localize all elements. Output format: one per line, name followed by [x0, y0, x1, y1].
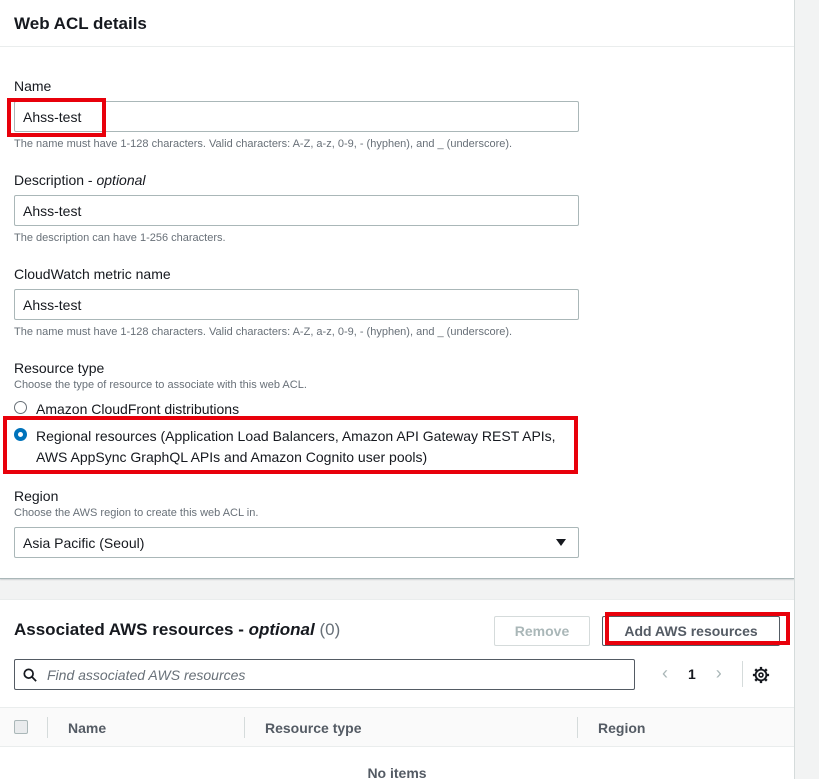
radio-cloudfront[interactable]: Amazon CloudFront distributions: [14, 399, 239, 420]
web-acl-details-panel: Web ACL details Name Ahss-test The name …: [0, 0, 794, 579]
add-aws-resources-button[interactable]: Add AWS resources: [602, 616, 780, 646]
right-rail: [794, 0, 819, 779]
pagination: ‹ 1 ›: [656, 663, 728, 684]
name-hint: The name must have 1-128 characters. Val…: [14, 138, 513, 150]
metric-label: CloudWatch metric name: [14, 266, 171, 282]
region-select[interactable]: Asia Pacific (Seoul): [14, 527, 579, 558]
description-label: Description - optional: [14, 172, 146, 188]
metric-hint: The name must have 1-128 characters. Val…: [14, 326, 513, 338]
search-icon: [23, 667, 37, 682]
column-divider: [47, 717, 48, 738]
remove-button[interactable]: Remove: [494, 616, 590, 646]
radio-button-selected[interactable]: [14, 428, 27, 441]
panel-title: Web ACL details: [14, 14, 147, 33]
search-input[interactable]: Find associated AWS resources: [14, 659, 635, 690]
page-number[interactable]: 1: [688, 666, 696, 682]
panel-header: Web ACL details: [0, 0, 794, 47]
associated-resources-panel: Associated AWS resources - optional (0) …: [0, 599, 794, 779]
resource-type-label: Resource type: [14, 360, 105, 376]
region-label: Region: [14, 488, 59, 504]
radio-cloudfront-label: Amazon CloudFront distributions: [36, 401, 240, 417]
column-divider: [244, 717, 245, 738]
chevron-left-icon[interactable]: ‹: [656, 663, 674, 684]
associated-resources-title: Associated AWS resources - optional (0): [14, 620, 341, 639]
name-label: Name: [14, 78, 52, 94]
search-placeholder: Find associated AWS resources: [47, 666, 246, 683]
select-all-checkbox[interactable]: [14, 720, 28, 734]
radio-regional-label: Regional resources (Application Load Bal…: [36, 428, 556, 465]
table-header: Name Resource type Region: [0, 707, 794, 747]
gear-icon[interactable]: [752, 666, 770, 684]
description-input[interactable]: Ahss-test: [14, 195, 579, 226]
column-header-resource-type[interactable]: Resource type: [265, 720, 361, 736]
chevron-right-icon[interactable]: ›: [710, 663, 728, 684]
radio-button[interactable]: [14, 401, 27, 414]
column-header-name[interactable]: Name: [68, 720, 106, 736]
region-hint: Choose the AWS region to create this web…: [14, 507, 259, 519]
empty-state-text: No items: [367, 765, 427, 779]
pager-divider: [742, 661, 743, 687]
caret-down-icon: [556, 539, 566, 546]
region-select-value: Asia Pacific (Seoul): [23, 534, 145, 551]
metric-input[interactable]: Ahss-test: [14, 289, 579, 320]
radio-regional[interactable]: Regional resources (Application Load Bal…: [14, 426, 556, 468]
resource-type-hint: Choose the type of resource to associate…: [14, 379, 307, 391]
name-input[interactable]: Ahss-test: [14, 101, 579, 132]
page: Web ACL details Name Ahss-test The name …: [0, 0, 819, 779]
column-header-region[interactable]: Region: [598, 720, 645, 736]
description-hint: The description can have 1-256 character…: [14, 232, 226, 244]
column-divider: [577, 717, 578, 738]
